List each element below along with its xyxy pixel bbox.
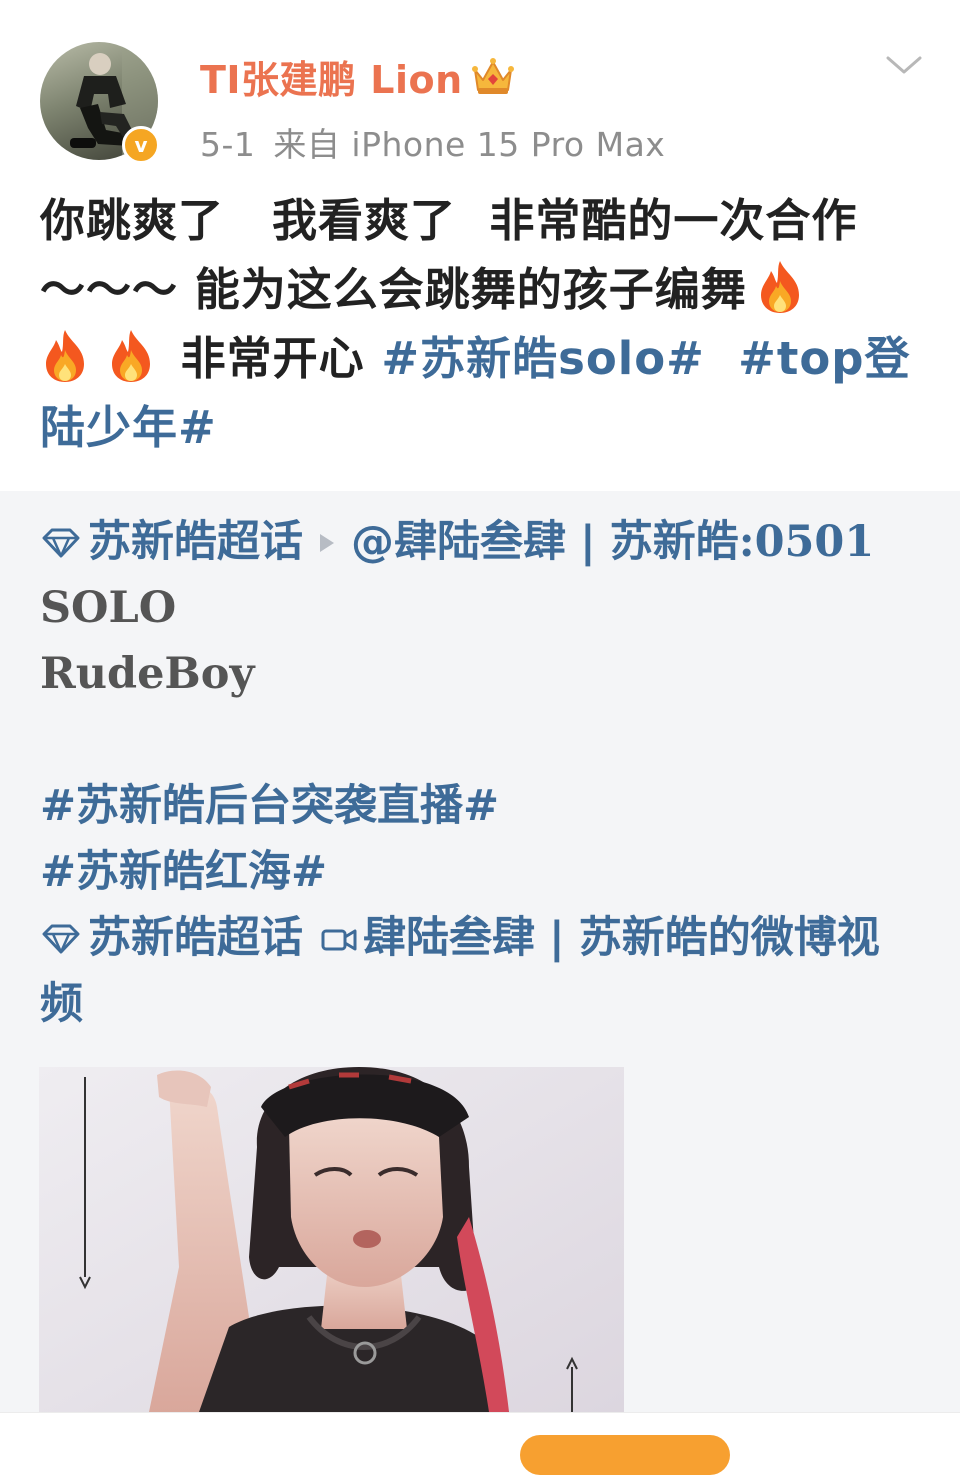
repost-title-prefix: 苏新皓: [609, 517, 739, 567]
verified-badge-icon: v: [122, 126, 160, 164]
fire-emoji-icon: [112, 330, 150, 382]
post-text-segment: 能为这么会跳舞的孩子编舞: [194, 263, 747, 316]
post-date: 5-1: [200, 125, 256, 164]
post-text-segment: 你跳爽了: [40, 194, 225, 247]
username[interactable]: TI张建鹏 Lion: [200, 49, 463, 104]
repost-title-suffix: :0501: [738, 517, 875, 567]
post-text-segment: 我看爽了: [272, 194, 457, 247]
bottom-action-bar: [0, 1412, 960, 1475]
video-camera-icon: [321, 929, 357, 951]
crown-icon[interactable]: [471, 54, 515, 98]
topic-link-backstage[interactable]: #苏新皓后台突袭直播#: [40, 781, 499, 831]
play-triangle-icon: [320, 534, 334, 552]
fire-emoji-icon: [46, 330, 84, 382]
topic-link-solo[interactable]: #苏新皓solo#: [381, 332, 704, 385]
post-text-segment: 非常酷的一次合作: [489, 194, 858, 247]
repost-line-rudeboy: RudeBoy: [40, 649, 255, 699]
supertopic-link[interactable]: 苏新皓超话: [88, 517, 303, 567]
chevron-down-icon[interactable]: [884, 50, 924, 80]
video-thumbnail[interactable]: [39, 1067, 624, 1412]
separator: |: [549, 913, 565, 963]
post-source: 来自 iPhone 15 Pro Max: [273, 125, 666, 164]
performer-photo-image: [39, 1067, 624, 1412]
post-meta: 5-1 来自 iPhone 15 Pro Max: [200, 118, 665, 166]
repost-line-solo: SOLO: [40, 583, 177, 633]
video-source-link[interactable]: 肆陆叁肆: [363, 913, 535, 963]
supertopic-link[interactable]: 苏新皓超话: [88, 913, 303, 963]
follow-button[interactable]: [520, 1435, 730, 1475]
post-text-segment: 非常开心: [180, 332, 365, 385]
supertopic-diamond-icon: [42, 528, 80, 558]
repost-content: 苏新皓超话 @肆陆叁肆 | 苏新皓:0501 SOLO RudeBoy #苏新皓后台突…: [40, 509, 920, 1037]
post-text-segment: ～～～: [40, 263, 179, 316]
separator: |: [580, 517, 596, 567]
post-header: v TI张建鹏 Lion 5-1 来自 iPhone 15 Pro Max: [0, 0, 960, 175]
fire-emoji-icon: [760, 261, 799, 313]
supertopic-diamond-icon: [42, 924, 80, 954]
post-content: 你跳爽了 我看爽了 非常酷的一次合作 ～～～ 能为这么会跳舞的孩子编舞 非常开心 …: [40, 186, 920, 462]
topic-link-redsea[interactable]: #苏新皓红海#: [40, 847, 327, 897]
mention-link[interactable]: @肆陆叁肆: [351, 517, 566, 567]
username-row: TI张建鹏 Lion: [200, 50, 515, 102]
